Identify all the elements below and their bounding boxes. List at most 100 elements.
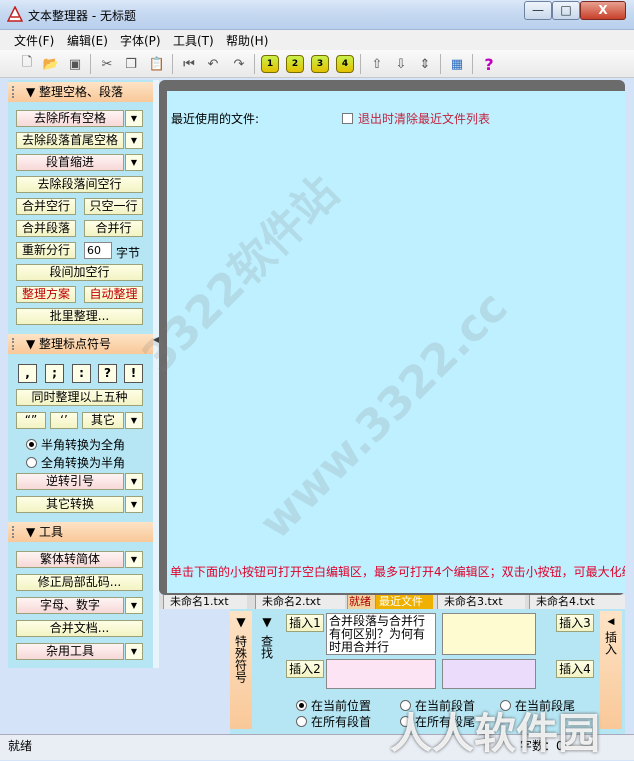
merge-para-button[interactable]: 合并段落	[16, 220, 76, 237]
toolbar-separator	[172, 54, 173, 74]
cut-icon[interactable]: ✂	[96, 53, 118, 75]
full-to-half-radio[interactable]: 全角转换为半角	[26, 454, 125, 471]
add-blank-button[interactable]: 段间加空行	[16, 264, 143, 281]
single-quote-button[interactable]: ‘’	[50, 412, 78, 429]
half-to-full-radio[interactable]: 半角转换为全角	[26, 436, 125, 453]
punct-colon-button[interactable]: :	[72, 364, 91, 383]
insert-1-textbox[interactable]: 合并段落与合并行有何区别？为何有时用合并行	[326, 613, 436, 655]
merge-docs-button[interactable]: 合并文档...	[16, 620, 143, 637]
nav-4-icon[interactable]: 4	[336, 55, 354, 73]
clear-recent-label[interactable]: 退出时清除最近文件列表	[358, 110, 490, 127]
first-icon[interactable]: ⏮	[178, 53, 200, 75]
other-convert-button[interactable]: 其它转换	[16, 496, 124, 513]
redo-icon[interactable]: ↷	[228, 53, 250, 75]
insert-all-para-start-radio[interactable]: 在所有段首	[296, 713, 371, 730]
tab-ready-status: 就绪	[347, 595, 375, 609]
radio-dot	[296, 716, 307, 727]
close-button[interactable]: X	[580, 1, 626, 20]
resplit-button[interactable]: 重新分行	[16, 242, 76, 259]
fix-garble-button[interactable]: 修正局部乱码...	[16, 574, 143, 591]
insert-current-pos-label: 在当前位置	[311, 699, 372, 713]
minimize-button[interactable]: —	[524, 1, 552, 20]
misc-tools-dropdown[interactable]: ▼	[125, 643, 143, 660]
undo-icon[interactable]: ↶	[202, 53, 224, 75]
special-symbols-tab[interactable]: ▼ 特殊符号	[230, 611, 252, 729]
indent-dropdown[interactable]: ▼	[125, 154, 143, 171]
swap-icon[interactable]: ⇕	[414, 53, 436, 75]
menu-edit[interactable]: 编辑(E)	[67, 32, 108, 49]
tab-untitled-4[interactable]: 未命名4.txt	[529, 595, 625, 609]
color-palette-icon[interactable]: ▦	[446, 53, 468, 75]
nav-2-icon[interactable]: 2	[286, 55, 304, 73]
reverse-quotes-dropdown[interactable]: ▼	[125, 473, 143, 490]
insert-1-button[interactable]: 插入1	[286, 614, 324, 632]
insert-3-button[interactable]: 插入3	[556, 614, 594, 632]
insert-2-textbox[interactable]	[326, 659, 436, 689]
section-tools-header[interactable]: ▼ 工具	[8, 522, 153, 542]
insert-side-label: 插入	[603, 631, 618, 655]
menu-font[interactable]: 字体(P)	[120, 32, 161, 49]
letters-numbers-dropdown[interactable]: ▼	[125, 597, 143, 614]
reverse-quotes-button[interactable]: 逆转引号	[16, 473, 124, 490]
editor-area[interactable]	[167, 91, 625, 593]
new-file-icon[interactable]: 🗋	[16, 53, 38, 75]
move-up-icon[interactable]: ⇧	[366, 53, 388, 75]
other-punct-button[interactable]: 其它	[82, 412, 124, 429]
tab-untitled-1[interactable]: 未命名1.txt	[163, 595, 247, 609]
resplit-bytes-input[interactable]	[84, 242, 112, 259]
menu-help[interactable]: 帮助(H)	[226, 32, 268, 49]
clear-recent-checkbox[interactable]	[342, 113, 353, 124]
insert-side-tab[interactable]: ◀ 插入	[600, 611, 622, 729]
trad-to-simp-dropdown[interactable]: ▼	[125, 551, 143, 568]
remove-para-spaces-dropdown[interactable]: ▼	[125, 132, 143, 149]
single-blank-button[interactable]: 只空一行	[84, 198, 143, 215]
nav-3-icon[interactable]: 3	[311, 55, 329, 73]
insert-current-pos-radio[interactable]: 在当前位置	[296, 697, 371, 714]
punct-all-five-button[interactable]: 同时整理以上五种	[16, 389, 143, 406]
punct-question-button[interactable]: ?	[98, 364, 117, 383]
punct-comma-button[interactable]: ,	[18, 364, 37, 383]
insert-2-button[interactable]: 插入2	[286, 660, 324, 678]
other-convert-dropdown[interactable]: ▼	[125, 496, 143, 513]
find-tab[interactable]: ▼ 查找	[256, 611, 278, 729]
merge-blank-button[interactable]: 合并空行	[16, 198, 76, 215]
copy-icon[interactable]: ❐	[120, 53, 142, 75]
tab-untitled-2[interactable]: 未命名2.txt	[255, 595, 345, 609]
recent-files-label: 最近使用的文件:	[171, 112, 260, 126]
auto-tidy-button[interactable]: 自动整理	[84, 286, 143, 303]
letters-numbers-button[interactable]: 字母、数字	[16, 597, 124, 614]
nav-1-icon[interactable]: 1	[261, 55, 279, 73]
radio-dot	[26, 457, 37, 468]
section-spaces-header[interactable]: ▼ 整理空格、段落	[8, 82, 153, 102]
save-icon[interactable]: ▣	[64, 53, 86, 75]
merge-line-button[interactable]: 合并行	[84, 220, 143, 237]
paste-icon[interactable]: 📋	[146, 53, 168, 75]
toolbar-separator	[440, 54, 441, 74]
move-down-icon[interactable]: ⇩	[390, 53, 412, 75]
menu-file[interactable]: 文件(F)	[14, 32, 54, 49]
tab-recent-files[interactable]: 最近文件	[375, 595, 433, 609]
insert-3-textbox[interactable]	[442, 613, 536, 655]
section-tools-title: 工具	[39, 525, 64, 539]
remove-all-spaces-button[interactable]: 去除所有空格	[16, 110, 124, 127]
remove-blank-lines-button[interactable]: 去除段落间空行	[16, 176, 143, 193]
double-quote-button[interactable]: “”	[16, 412, 46, 429]
remove-all-spaces-dropdown[interactable]: ▼	[125, 110, 143, 127]
insert-4-button[interactable]: 插入4	[556, 660, 594, 678]
punct-exclaim-button[interactable]: !	[124, 364, 143, 383]
misc-tools-button[interactable]: 杂用工具	[16, 643, 124, 660]
help-icon[interactable]: ?	[478, 53, 500, 75]
status-ready: 就绪	[8, 739, 33, 753]
tab-untitled-3[interactable]: 未命名3.txt	[437, 595, 525, 609]
indent-button[interactable]: 段首缩进	[16, 154, 124, 171]
batch-tidy-button[interactable]: 批里整理...	[16, 308, 143, 325]
menu-tools[interactable]: 工具(T)	[173, 32, 214, 49]
insert-4-textbox[interactable]	[442, 659, 536, 689]
maximize-button[interactable]: □	[552, 1, 580, 20]
open-folder-icon[interactable]: 📂	[40, 53, 62, 75]
scheme-button[interactable]: 整理方案	[16, 286, 76, 303]
punct-semicolon-button[interactable]: ;	[45, 364, 64, 383]
other-punct-dropdown[interactable]: ▼	[125, 412, 143, 429]
trad-to-simp-button[interactable]: 繁体转简体	[16, 551, 124, 568]
remove-para-spaces-button[interactable]: 去除段落首尾空格	[16, 132, 124, 149]
